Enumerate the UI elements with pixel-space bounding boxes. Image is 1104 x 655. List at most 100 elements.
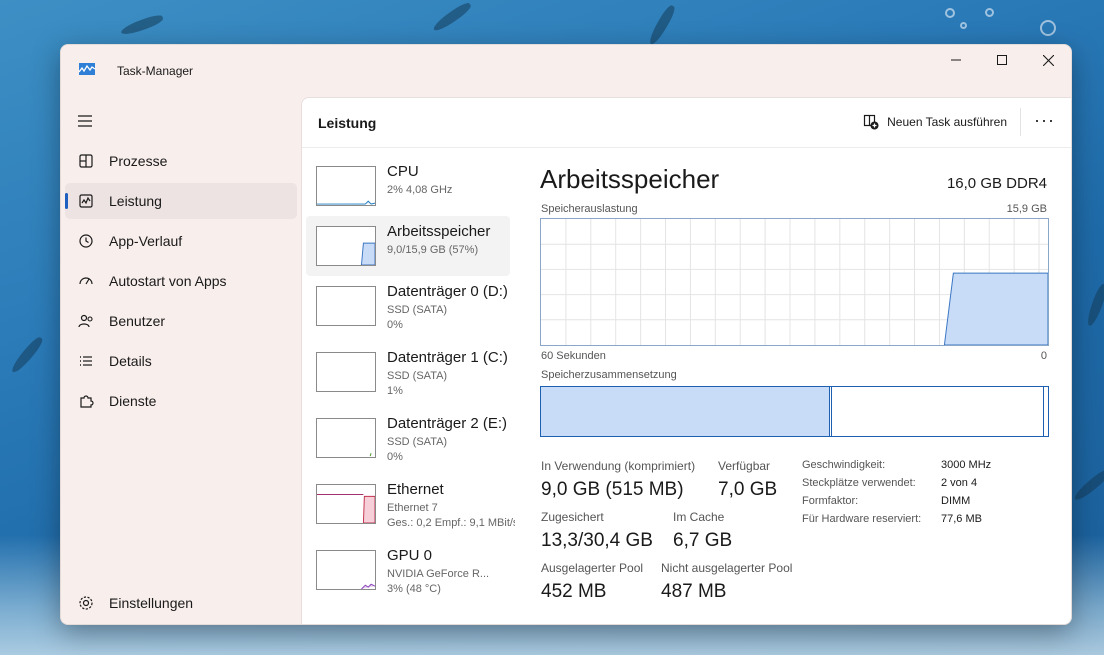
perf-item-gpu[interactable]: GPU 0 NVIDIA GeForce R... 3% (48 °C): [306, 540, 510, 600]
perf-item-detail: 1%: [387, 385, 403, 397]
sidebar-item-label: Autostart von Apps: [109, 273, 227, 289]
sidebar-nav: Prozesse Leistung App-Verlauf Autostart …: [61, 97, 301, 624]
main-content: Leistung Neuen Task ausführen ··· CPU 2%…: [301, 97, 1071, 624]
slots-value: 2 von 4: [941, 477, 978, 489]
task-manager-window: Task-Manager Prozesse Leistung App-Verla…: [60, 44, 1072, 625]
task-manager-app-icon: [79, 63, 95, 75]
header-divider: [1020, 108, 1021, 136]
sidebar-item-autostart[interactable]: Autostart von Apps: [65, 263, 297, 299]
speedometer-icon: [79, 277, 93, 285]
page-title: Leistung: [318, 115, 377, 131]
speed-key: Geschwindigkeit:: [802, 459, 886, 471]
run-new-task-label: Neuen Task ausführen: [887, 115, 1007, 129]
in-use-value: 9,0 GB (515 MB): [541, 479, 684, 500]
perf-item-detail: 0%: [387, 451, 403, 463]
services-puzzle-icon: [80, 395, 94, 408]
form-factor-key: Formfaktor:: [802, 495, 859, 507]
perf-item-detail: 3% (48 °C): [387, 583, 441, 595]
perf-item-name: Datenträger 2 (E:): [387, 415, 508, 432]
hamburger-menu-icon[interactable]: [75, 111, 95, 131]
paged-pool-value: 452 MB: [541, 581, 607, 602]
title-bar[interactable]: Task-Manager: [61, 45, 1071, 97]
composition-in-use-segment: [541, 387, 830, 436]
perf-item-name: Datenträger 0 (D:): [387, 283, 508, 300]
perf-item-ethernet[interactable]: Ethernet Ethernet 7 Ges.: 0,2 Empf.: 9,1…: [306, 474, 515, 534]
perf-item-memory[interactable]: Arbeitsspeicher 9,0/15,9 GB (57%): [306, 216, 510, 276]
perf-item-detail: SSD (SATA): [387, 436, 448, 448]
perf-item-disk-0[interactable]: Datenträger 0 (D:) SSD (SATA) 0%: [306, 276, 510, 336]
sidebar-item-label: Leistung: [109, 193, 162, 209]
perf-item-name: Arbeitsspeicher: [387, 223, 491, 240]
maximize-button[interactable]: [979, 45, 1025, 75]
composition-label: Speicherzusammensetzung: [541, 369, 677, 381]
sidebar-item-label: App-Verlauf: [109, 233, 183, 249]
performance-list: CPU 2% 4,08 GHz Arbeitsspeicher 9,0/15,9…: [302, 148, 515, 624]
sidebar-item-label: Benutzer: [109, 313, 166, 329]
committed-label: Zugesichert: [541, 510, 604, 524]
nonpaged-pool-label: Nicht ausgelagerter Pool: [661, 561, 793, 575]
form-factor-value: DIMM: [941, 495, 971, 507]
usage-graph-label: Speicherauslastung: [541, 203, 638, 215]
perf-item-disk-2[interactable]: Datenträger 2 (E:) SSD (SATA) 0%: [306, 408, 510, 468]
composition-free-segment-edge: [1043, 387, 1044, 436]
slots-key: Steckplätze verwendet:: [802, 477, 916, 489]
perf-item-detail: Ges.: 0,2 Empf.: 9,1 MBit/s: [387, 517, 515, 529]
close-button[interactable]: [1025, 45, 1071, 75]
cpu-thumbnail-graph: [316, 166, 376, 206]
ethernet-thumbnail-graph: [316, 484, 376, 524]
perf-item-cpu[interactable]: CPU 2% 4,08 GHz: [306, 156, 510, 216]
minimize-icon: [951, 59, 961, 61]
close-icon: [1042, 54, 1054, 66]
memory-spec: 16,0 GB DDR4: [946, 175, 1047, 192]
minimize-button[interactable]: [933, 45, 979, 75]
perf-item-name: Datenträger 1 (C:): [387, 349, 508, 366]
perf-item-detail: SSD (SATA): [387, 304, 448, 316]
speed-value: 3000 MHz: [941, 459, 992, 471]
disk-1-thumbnail-graph: [316, 352, 376, 392]
available-value: 7,0 GB: [718, 479, 778, 500]
perf-item-detail: Ethernet 7: [387, 502, 438, 514]
settings-label: Einstellungen: [109, 595, 194, 611]
in-use-label: In Verwendung (komprimiert): [541, 459, 696, 473]
sidebar-item-app-verlauf[interactable]: App-Verlauf: [65, 223, 297, 259]
new-task-icon: [864, 114, 879, 130]
perf-item-disk-1[interactable]: Datenträger 1 (C:) SSD (SATA) 1%: [306, 342, 510, 402]
perf-item-name: GPU 0: [387, 547, 433, 564]
perf-item-detail: SSD (SATA): [387, 370, 448, 382]
more-options-button[interactable]: ···: [1034, 110, 1055, 131]
sidebar-item-dienste[interactable]: Dienste: [65, 383, 297, 419]
sidebar-item-label: Details: [109, 353, 152, 369]
details-list-icon: [80, 356, 92, 366]
settings-gear-icon: [79, 596, 93, 610]
disk-0-thumbnail-graph: [316, 286, 376, 326]
memory-usage-graph: [540, 218, 1049, 346]
sidebar-item-leistung[interactable]: Leistung: [65, 183, 297, 219]
sidebar-item-details[interactable]: Details: [65, 343, 297, 379]
committed-value: 13,3/30,4 GB: [541, 530, 653, 551]
memory-thumbnail-graph: [316, 226, 376, 266]
window-title: Task-Manager: [117, 64, 194, 78]
run-new-task-button[interactable]: Neuen Task ausführen: [863, 114, 1007, 130]
perf-item-name: Ethernet: [387, 481, 444, 498]
detail-title: Arbeitsspeicher: [540, 164, 720, 194]
sidebar-item-prozesse[interactable]: Prozesse: [65, 143, 297, 179]
perf-item-detail: 2% 4,08 GHz: [387, 184, 453, 196]
available-label: Verfügbar: [718, 459, 771, 473]
sidebar-item-label: Dienste: [109, 393, 157, 409]
nonpaged-pool-value: 487 MB: [661, 581, 727, 602]
sidebar-item-einstellungen[interactable]: Einstellungen: [65, 585, 297, 621]
memory-composition-bar: [540, 386, 1049, 437]
gpu-thumbnail-graph: [316, 550, 376, 590]
perf-item-name: CPU: [387, 163, 419, 180]
sidebar-item-label: Prozesse: [109, 153, 168, 169]
history-clock-icon: [79, 234, 93, 248]
memory-detail-panel: Arbeitsspeicher 16,0 GB DDR4 Speicheraus…: [540, 148, 1049, 624]
content-header: Leistung Neuen Task ausführen ···: [302, 98, 1071, 148]
usage-graph-max: 15,9 GB: [1006, 203, 1047, 215]
perf-item-detail: 0%: [387, 319, 403, 331]
performance-chart-icon: [79, 194, 93, 208]
sidebar-item-benutzer[interactable]: Benutzer: [65, 303, 297, 339]
processes-grid-icon: [79, 154, 93, 168]
users-icon: [78, 314, 93, 328]
graph-zero-label: 0: [1040, 350, 1047, 362]
